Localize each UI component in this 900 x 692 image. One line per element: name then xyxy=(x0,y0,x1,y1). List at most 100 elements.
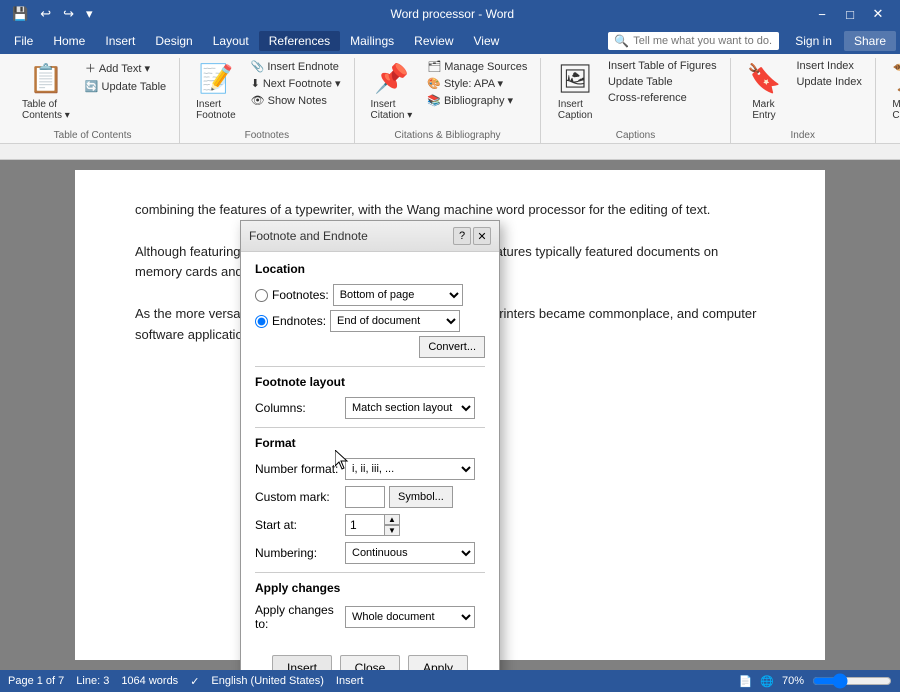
dialog-overlay: Footnote and Endnote ? ✕ Location Footno… xyxy=(0,160,900,670)
style-button[interactable]: 🎨 Style: APA ▾ xyxy=(422,75,532,92)
insert-endnote-button[interactable]: 📎 Insert Endnote xyxy=(246,58,346,75)
footnotes-radio[interactable] xyxy=(255,289,268,302)
captions-stack: Insert Table of Figures Update Table Cro… xyxy=(603,58,722,106)
caption-icon: 🖼 xyxy=(557,62,593,95)
minimize-button[interactable]: − xyxy=(808,0,836,28)
zoom-slider-label: 70% xyxy=(782,675,804,687)
insert-citation-button[interactable]: 📌 InsertCitation ▾ xyxy=(363,58,421,125)
numbering-select[interactable]: Continuous xyxy=(345,542,475,564)
citations-stack: 🗂 Manage Sources 🎨 Style: APA ▾ 📚 Biblio… xyxy=(422,58,532,109)
update-table-icon: 🔄 xyxy=(85,80,99,93)
sign-in-button[interactable]: Sign in xyxy=(787,31,840,51)
zoom-slider[interactable] xyxy=(812,674,892,688)
toc-group-label: Table of Contents xyxy=(14,130,171,143)
endnotes-select[interactable]: End of document xyxy=(330,310,460,332)
spin-up-button[interactable]: ▲ xyxy=(384,514,400,525)
apply-to-label: Apply changes to: xyxy=(255,603,345,631)
captions-group-label: Captions xyxy=(549,130,721,143)
spin-down-button[interactable]: ▼ xyxy=(384,525,400,536)
endnotes-radio[interactable] xyxy=(255,315,268,328)
columns-select[interactable]: Match section layout xyxy=(345,397,475,419)
view-icon-print[interactable]: 📄 xyxy=(739,675,753,688)
close-button[interactable]: ✕ xyxy=(864,0,892,28)
maximize-button[interactable]: □ xyxy=(836,0,864,28)
mark-citation-button[interactable]: 📜 MarkCitation xyxy=(884,58,900,125)
insert-endnote-icon: 📎 xyxy=(251,60,265,73)
number-format-label: Number format: xyxy=(255,462,345,476)
add-text-icon: ＋ xyxy=(85,60,96,76)
style-icon: 🎨 xyxy=(427,77,441,90)
menu-review[interactable]: Review xyxy=(404,31,463,51)
columns-row: Columns: Match section layout xyxy=(255,397,485,419)
footnotes-stack: 📎 Insert Endnote ⬇ Next Footnote ▾ 👁 Sho… xyxy=(246,58,346,109)
convert-button[interactable]: Convert... xyxy=(419,336,485,358)
menu-view[interactable]: View xyxy=(464,31,510,51)
share-button[interactable]: Share xyxy=(844,31,896,51)
footnote-icon: 📝 xyxy=(198,62,233,95)
bibliography-button[interactable]: 📚 Bibliography ▾ xyxy=(422,92,532,109)
location-section-title: Location xyxy=(255,262,485,276)
menu-design[interactable]: Design xyxy=(145,31,202,51)
mark-citation-icon: 📜 xyxy=(892,62,900,95)
symbol-button[interactable]: Symbol... xyxy=(389,486,453,508)
window-controls: − □ ✕ xyxy=(808,0,892,28)
word-count: 1064 words xyxy=(121,675,178,687)
insert-caption-button[interactable]: 🖼 InsertCaption xyxy=(549,58,601,125)
insert-button[interactable]: Insert xyxy=(272,655,332,670)
update-table2-button[interactable]: Update Table xyxy=(603,74,722,90)
numbering-label: Numbering: xyxy=(255,546,345,560)
apply-changes-title: Apply changes xyxy=(255,581,485,595)
start-at-input[interactable] xyxy=(345,514,385,536)
citations-group-label: Citations & Bibliography xyxy=(363,130,533,143)
custom-mark-input[interactable] xyxy=(345,486,385,508)
menu-file[interactable]: File xyxy=(4,31,43,51)
cross-reference-button[interactable]: Cross-reference xyxy=(603,90,722,106)
insert-table-figures-button[interactable]: Insert Table of Figures xyxy=(603,58,722,74)
next-footnote-icon: ⬇ xyxy=(251,77,260,90)
start-at-spinner: ▲ ▼ xyxy=(345,514,400,536)
menu-insert[interactable]: Insert xyxy=(95,31,145,51)
start-at-label: Start at: xyxy=(255,518,345,532)
menu-home[interactable]: Home xyxy=(43,31,95,51)
show-notes-button[interactable]: 👁 Show Notes xyxy=(246,92,346,109)
custom-mark-row: Custom mark: Symbol... xyxy=(255,486,485,508)
title-bar: 💾 ↩ ↪ ▾ Word processor - Word − □ ✕ xyxy=(0,0,900,28)
spinner-controls: ▲ ▼ xyxy=(384,514,400,536)
next-footnote-button[interactable]: ⬇ Next Footnote ▾ xyxy=(246,75,346,92)
save-button[interactable]: 💾 xyxy=(8,4,32,24)
menu-bar: File Home Insert Design Layout Reference… xyxy=(0,28,900,54)
undo-button[interactable]: ↩ xyxy=(36,4,55,24)
update-index-button[interactable]: Update Index xyxy=(791,74,866,90)
add-text-button[interactable]: ＋ Add Text ▾ xyxy=(80,58,171,78)
index-group-label: Index xyxy=(739,130,867,143)
insert-footnote-button[interactable]: 📝 InsertFootnote xyxy=(188,58,243,125)
manage-sources-button[interactable]: 🗂 Manage Sources xyxy=(422,58,532,75)
search-input[interactable] xyxy=(633,35,773,47)
update-table-button[interactable]: 🔄 Update Table xyxy=(80,78,171,95)
menu-references[interactable]: References xyxy=(259,31,340,51)
mark-entry-button[interactable]: 🔖 MarkEntry xyxy=(739,58,790,125)
close-dialog-button[interactable]: Close xyxy=(340,655,400,670)
dialog-footer: Insert Close Apply xyxy=(241,647,499,670)
apply-to-select[interactable]: Whole document xyxy=(345,606,475,628)
insert-mode: Insert xyxy=(336,675,364,687)
manage-sources-icon: 🗂 xyxy=(427,60,441,73)
ribbon-group-captions: 🖼 InsertCaption Insert Table of Figures … xyxy=(541,58,730,143)
insert-index-button[interactable]: Insert Index xyxy=(791,58,866,74)
ribbon-group-index: 🔖 MarkEntry Insert Index Update Index In… xyxy=(731,58,876,143)
line-info: Line: 3 xyxy=(76,675,109,687)
footnotes-select[interactable]: Bottom of page xyxy=(333,284,463,306)
dialog-help-button[interactable]: ? xyxy=(453,227,471,245)
footnote-endnote-dialog: Footnote and Endnote ? ✕ Location Footno… xyxy=(240,220,500,670)
redo-button[interactable]: ↪ xyxy=(59,4,78,24)
view-icon-web[interactable]: 🌐 xyxy=(760,675,774,688)
menu-layout[interactable]: Layout xyxy=(203,31,259,51)
apply-button[interactable]: Apply xyxy=(408,655,468,670)
menu-mailings[interactable]: Mailings xyxy=(340,31,404,51)
table-of-contents-button[interactable]: 📋 Table ofContents ▾ xyxy=(14,58,78,125)
apply-changes-row: Apply changes to: Whole document xyxy=(255,603,485,631)
dialog-close-button[interactable]: ✕ xyxy=(473,227,491,245)
customize-button[interactable]: ▾ xyxy=(82,4,97,24)
number-format-select[interactable]: i, ii, iii, ... xyxy=(345,458,475,480)
columns-label: Columns: xyxy=(255,401,345,415)
